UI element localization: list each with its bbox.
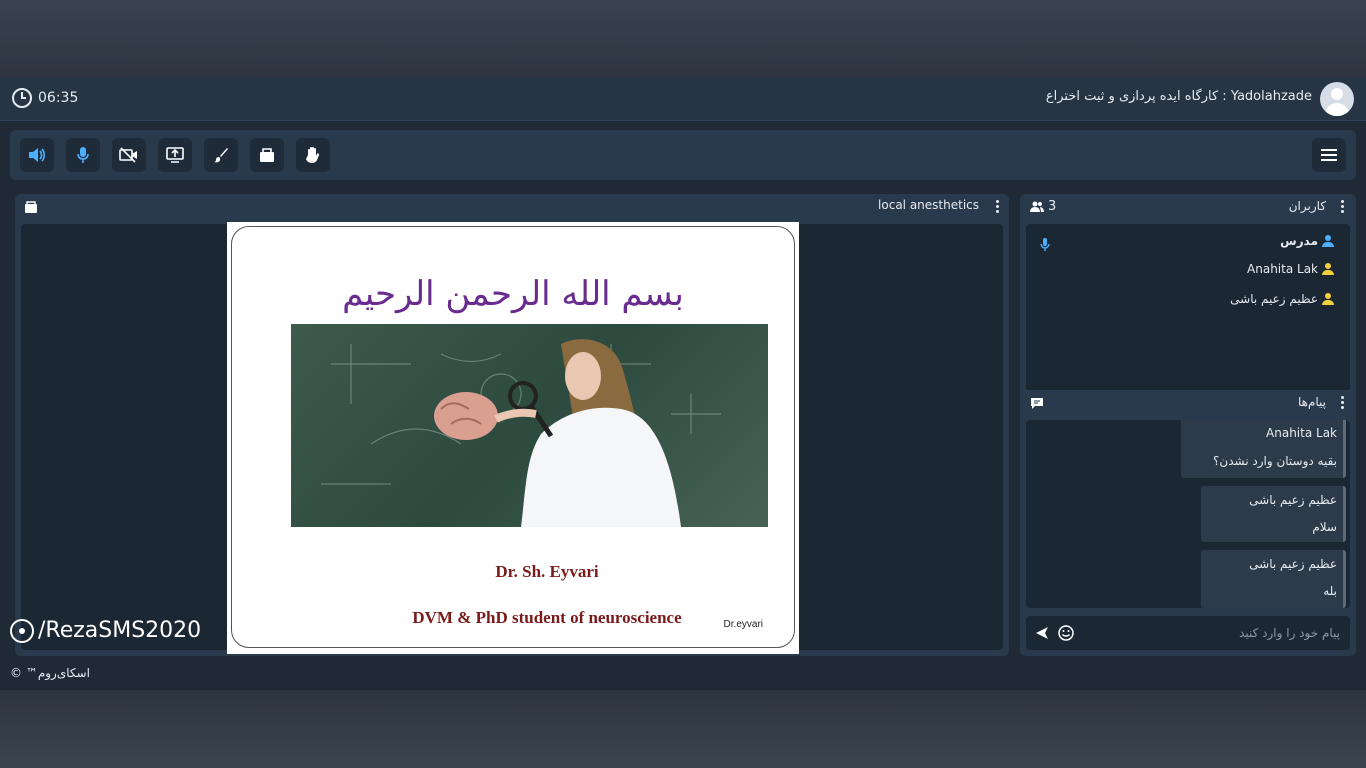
file-box-icon xyxy=(25,201,37,213)
chat-message: Anahita Lak بقیه دوستان وارد نشدن؟ xyxy=(1181,420,1346,478)
person-icon xyxy=(1322,263,1334,275)
room-name: کارگاه ایده پردازی و ثبت اختراع xyxy=(1045,89,1219,104)
chat-bubble-icon xyxy=(1031,398,1043,409)
camera-button[interactable] xyxy=(112,138,146,172)
microphone-button[interactable] xyxy=(66,138,100,172)
room-title: Yadolahzade : کارگاه ایده پردازی و ثبت ا… xyxy=(1046,89,1312,104)
raise-hand-icon xyxy=(306,147,320,163)
message-text: بقیه دوستان وارد نشدن؟ xyxy=(1213,454,1337,468)
chat-options-icon[interactable] xyxy=(1341,396,1344,410)
user-item[interactable]: مدرس xyxy=(1280,234,1334,248)
user-item[interactable]: عظیم زعیم باشی xyxy=(1230,292,1334,306)
whiteboard-button[interactable] xyxy=(204,138,238,172)
user-name: مدرس xyxy=(1280,234,1318,248)
slide-presenter-name: Dr. Sh. Eyvari xyxy=(495,562,599,581)
main-menu-button[interactable] xyxy=(1312,138,1346,172)
microphone-icon xyxy=(77,147,89,163)
chat-header: پیام‌ها xyxy=(1020,390,1356,416)
clock-icon xyxy=(12,88,32,108)
speaker-button[interactable] xyxy=(20,138,54,172)
message-text: سلام xyxy=(1312,520,1337,534)
footer-brand: اسکای‌روم™ © xyxy=(10,666,90,680)
presentation-options-icon[interactable] xyxy=(996,200,999,214)
message-sender: عظیم زعیم باشی xyxy=(1249,493,1337,507)
chat-messages: Anahita Lak بقیه دوستان وارد نشدن؟ عظیم … xyxy=(1026,420,1350,608)
chat-message: عظیم زعیم باشی سلام xyxy=(1201,486,1346,542)
watermark-text: /RezaSMS2020 xyxy=(38,618,202,643)
session-timer: 06:35 xyxy=(12,88,78,108)
users-options-icon[interactable] xyxy=(1341,200,1344,214)
presenter-name: Yadolahzade xyxy=(1230,89,1312,104)
slide: بسم الله الرحمن الرحیم Dr. Sh. Eyvari DV… xyxy=(227,222,799,654)
emoji-icon[interactable] xyxy=(1058,625,1074,641)
hamburger-icon xyxy=(1321,149,1337,151)
presentation-title: local anesthetics xyxy=(878,198,979,212)
message-text: بله xyxy=(1323,584,1337,598)
user-name: Anahita Lak xyxy=(1247,262,1318,276)
slide-heading: بسم الله الرحمن الرحیم xyxy=(342,274,684,314)
top-bar: 06:35 Yadolahzade : کارگاه ایده پردازی و… xyxy=(0,78,1366,121)
screen-share-icon xyxy=(166,147,184,163)
toolbar xyxy=(10,130,1356,180)
user-item[interactable]: Anahita Lak xyxy=(1247,262,1334,276)
slide-photo xyxy=(291,324,768,527)
chat-input[interactable]: پیام خود را وارد کنید xyxy=(1026,616,1350,650)
whiteboard-brush-icon xyxy=(214,148,228,163)
slide-subtitle: DVM & PhD student of neuroscience xyxy=(412,608,682,627)
title-separator: : xyxy=(1222,89,1227,104)
slide-credit: Dr.eyvari xyxy=(723,619,763,630)
message-sender: Anahita Lak xyxy=(1266,426,1337,440)
users-count: 3 xyxy=(1048,199,1057,214)
chat-panel: پیام‌ها Anahita Lak بقیه دوستان وارد نشد… xyxy=(1020,390,1356,656)
files-button[interactable] xyxy=(250,138,284,172)
camera-off-icon xyxy=(119,147,137,163)
chat-title: پیام‌ها xyxy=(1297,395,1326,409)
message-sender: عظیم زعیم باشی xyxy=(1249,557,1337,571)
watermark: /RezaSMS2020 xyxy=(10,618,201,643)
users-icon xyxy=(1030,201,1044,212)
timer-value: 06:35 xyxy=(38,90,79,106)
screen-share-button[interactable] xyxy=(158,138,192,172)
presentation-header: local anesthetics xyxy=(15,194,1009,220)
scientist-with-brain-image xyxy=(321,339,721,527)
users-title: کاربران xyxy=(1288,199,1326,213)
avatar[interactable] xyxy=(1320,82,1354,116)
file-box-icon xyxy=(260,148,274,162)
send-icon[interactable] xyxy=(1036,627,1048,639)
chat-input-placeholder: پیام خود را وارد کنید xyxy=(1239,626,1340,640)
chat-message: عظیم زعیم باشی بله xyxy=(1201,550,1346,608)
users-header: 3 کاربران xyxy=(1020,194,1356,220)
user-name: عظیم زعیم باشی xyxy=(1230,292,1318,306)
speaker-icon xyxy=(29,148,46,162)
microphone-icon xyxy=(1040,238,1050,251)
film-reel-icon xyxy=(10,618,34,643)
person-icon xyxy=(1322,235,1334,247)
raise-hand-button[interactable] xyxy=(296,138,330,172)
person-icon xyxy=(1322,293,1334,305)
